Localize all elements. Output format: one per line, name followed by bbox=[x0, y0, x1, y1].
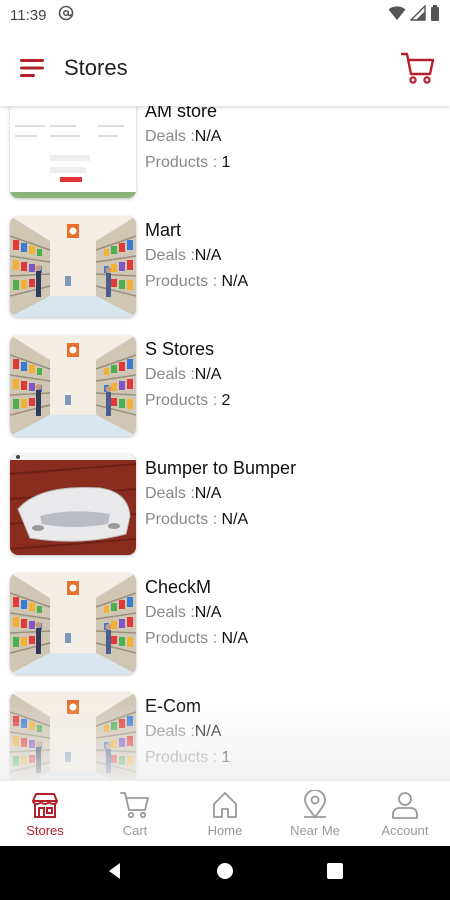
store-list-item[interactable]: CheckM Deals :N/A Products : N/A bbox=[0, 568, 450, 687]
products-value: 2 bbox=[221, 392, 231, 409]
store-products: Products : N/A bbox=[145, 269, 248, 295]
store-name: S Stores bbox=[145, 339, 215, 359]
deals-label: Deals : bbox=[145, 128, 195, 145]
home-circle-icon[interactable] bbox=[215, 861, 235, 886]
products-label: Products : bbox=[145, 630, 218, 647]
store-list-item[interactable]: Mart Deals :N/A Products : N/A bbox=[0, 211, 450, 330]
store-products: Products : 1 bbox=[145, 745, 230, 771]
products-label: Products : bbox=[145, 273, 218, 290]
location-pin-icon bbox=[300, 788, 330, 820]
deals-value: N/A bbox=[194, 247, 222, 264]
store-products: Products : N/A bbox=[145, 507, 296, 533]
deals-label: Deals : bbox=[145, 485, 195, 502]
nav-label: Near Me bbox=[290, 822, 340, 838]
store-name: CheckM bbox=[145, 577, 212, 597]
store-deals: Deals :N/A bbox=[145, 600, 248, 626]
nav-label: Home bbox=[207, 822, 243, 838]
products-value: N/A bbox=[221, 511, 249, 528]
deals-value: N/A bbox=[194, 723, 222, 740]
store-name: Bumper to Bumper bbox=[145, 458, 297, 478]
nav-item-account[interactable]: Account bbox=[360, 781, 450, 846]
store-name: Mart bbox=[145, 220, 181, 240]
store-name: AM store bbox=[145, 106, 218, 121]
store-deals: Deals :N/A bbox=[145, 124, 230, 150]
store-deals: Deals :N/A bbox=[145, 362, 230, 388]
deals-label: Deals : bbox=[145, 604, 195, 621]
store-image bbox=[10, 454, 136, 555]
store-list-item[interactable]: Bumper to Bumper Deals :N/A Products : N… bbox=[0, 449, 450, 568]
deals-label: Deals : bbox=[145, 723, 195, 740]
menu-button[interactable] bbox=[20, 53, 50, 83]
signal-icon bbox=[409, 4, 426, 25]
nav-item-home[interactable]: Home bbox=[180, 781, 270, 846]
store-deals: Deals :N/A bbox=[145, 719, 230, 745]
store-products: Products : 1 bbox=[145, 150, 230, 176]
deals-value: N/A bbox=[194, 366, 222, 383]
store-image bbox=[10, 692, 136, 780]
store-image bbox=[10, 335, 136, 436]
nav-item-cart[interactable]: Cart bbox=[90, 781, 180, 846]
recents-icon[interactable] bbox=[325, 861, 345, 886]
products-label: Products : bbox=[145, 154, 218, 171]
status-time: 11:39 bbox=[10, 6, 47, 24]
battery-icon bbox=[430, 5, 440, 25]
page-title: Stores bbox=[64, 55, 128, 80]
store-list-item[interactable]: S Stores Deals :N/A Products : 2 bbox=[0, 330, 450, 449]
back-icon[interactable] bbox=[105, 861, 125, 886]
store-deals: Deals :N/A bbox=[145, 243, 248, 269]
nav-label: Account bbox=[381, 822, 429, 838]
home-icon bbox=[210, 790, 240, 820]
cart-icon bbox=[120, 790, 150, 820]
cart-button[interactable] bbox=[400, 50, 436, 86]
products-label: Products : bbox=[145, 749, 218, 766]
nav-label: Stores bbox=[26, 822, 64, 838]
store-list-item[interactable]: AM store Deals :N/A Products : 1 bbox=[0, 106, 450, 211]
account-icon bbox=[390, 790, 420, 820]
products-value: 1 bbox=[221, 154, 231, 171]
nav-label: Cart bbox=[122, 822, 148, 838]
store-deals: Deals :N/A bbox=[145, 481, 296, 507]
nav-item-stores[interactable]: Stores bbox=[0, 781, 90, 846]
at-sign-icon bbox=[58, 5, 74, 25]
store-list[interactable]: AM store Deals :N/A Products : 1 Mart De… bbox=[0, 106, 450, 780]
products-label: Products : bbox=[145, 511, 218, 528]
menu-icon bbox=[20, 59, 44, 77]
store-list-item[interactable]: E-Com Deals :N/A Products : 1 bbox=[0, 687, 450, 780]
deals-value: N/A bbox=[194, 128, 222, 145]
store-image bbox=[10, 216, 136, 317]
store-image bbox=[10, 573, 136, 674]
system-nav-bar bbox=[0, 846, 450, 900]
store-image bbox=[10, 106, 136, 198]
cart-icon bbox=[401, 52, 435, 84]
app-bar: Stores bbox=[0, 30, 450, 106]
deals-label: Deals : bbox=[145, 247, 195, 264]
deals-value: N/A bbox=[194, 485, 222, 502]
store-name: E-Com bbox=[145, 696, 202, 716]
deals-label: Deals : bbox=[145, 366, 195, 383]
products-value: N/A bbox=[221, 630, 249, 647]
store-products: Products : N/A bbox=[145, 626, 248, 652]
bottom-nav: Stores Cart Home Near Me Account bbox=[0, 780, 450, 846]
wifi-icon bbox=[388, 5, 406, 25]
status-bar: 11:39 bbox=[0, 0, 450, 30]
store-icon bbox=[30, 790, 60, 820]
products-value: 1 bbox=[221, 749, 231, 766]
products-value: N/A bbox=[221, 273, 249, 290]
deals-value: N/A bbox=[194, 604, 222, 621]
nav-item-near-me[interactable]: Near Me bbox=[270, 781, 360, 846]
products-label: Products : bbox=[145, 392, 218, 409]
store-products: Products : 2 bbox=[145, 388, 230, 414]
